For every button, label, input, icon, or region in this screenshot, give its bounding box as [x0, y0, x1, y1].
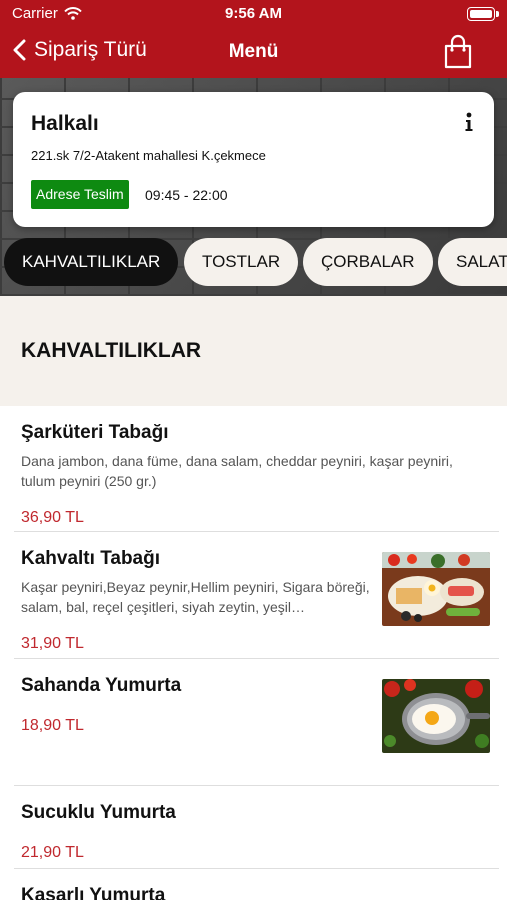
item-name: Şarküteri Tabağı — [21, 422, 169, 443]
status-bar: Carrier 9:56 AM — [0, 0, 507, 28]
restaurant-name: Halkalı — [31, 112, 99, 135]
menu-item[interactable]: Kaşarlı Yumurta — [0, 869, 507, 900]
menu-item[interactable]: Şarküteri Tabağı Dana jambon, dana füme,… — [0, 406, 507, 532]
item-description: Dana jambon, dana füme, dana salam, ched… — [21, 453, 453, 489]
menu-item[interactable]: Sucuklu Yumurta 21,90 TL — [0, 786, 507, 868]
tab-tostlar[interactable]: TOSTLAR — [184, 238, 299, 286]
item-name: Kahvaltı Tabağı — [21, 548, 161, 569]
cart-button[interactable] — [443, 34, 473, 75]
section-title: KAHVALTILIKLAR — [21, 339, 202, 362]
item-price: 36,90 TL — [21, 509, 84, 526]
status-time: 9:56 AM — [225, 5, 282, 22]
section-header: KAHVALTILIKLAR — [0, 296, 507, 406]
restaurant-card: Halkalı 221.sk 7/2-Atakent mahallesi K.ç… — [13, 92, 494, 227]
menu-item[interactable]: Sahanda Yumurta 18,90 TL — [0, 659, 507, 785]
item-name: Sucuklu Yumurta — [21, 802, 176, 823]
restaurant-address: 221.sk 7/2-Atakent mahallesi K.çekmece — [31, 148, 266, 163]
tab-kahvaltiliklar[interactable]: KAHVALTILIKLAR — [4, 238, 179, 286]
tab-salatalar[interactable]: SALATALAR — [438, 238, 507, 286]
app-header: Carrier 9:56 AM Sipariş Türü Menü — [0, 0, 507, 78]
tab-corbalar[interactable]: ÇORBALAR — [303, 238, 433, 286]
item-photo — [382, 552, 490, 626]
battery-icon — [467, 7, 499, 21]
delivery-badge: Adrese Teslim — [31, 180, 129, 209]
item-name: Sahanda Yumurta — [21, 675, 182, 696]
nav-bar: Sipariş Türü Menü — [0, 28, 507, 78]
info-button[interactable] — [464, 112, 474, 137]
item-price: 31,90 TL — [21, 635, 84, 652]
page-title: Menü — [228, 41, 279, 62]
menu-item[interactable]: Kahvaltı Tabağı Kaşar peyniri,Beyaz peyn… — [0, 532, 507, 658]
opening-hours: 09:45 - 22:00 — [145, 187, 228, 203]
fried-egg-pan-image — [382, 679, 490, 753]
item-photo — [382, 679, 490, 753]
item-name: Kaşarlı Yumurta — [21, 885, 166, 900]
category-tabs: KAHVALTILIKLAR TOSTLAR ÇORBALAR SALATALA… — [0, 238, 507, 286]
item-price: 21,90 TL — [21, 844, 84, 861]
info-icon — [465, 112, 473, 131]
breakfast-plate-image — [382, 552, 490, 626]
item-description: Kaşar peyniri,Beyaz peynir,Hellim peynir… — [21, 579, 370, 615]
shopping-bag-icon — [444, 34, 472, 69]
item-price: 18,90 TL — [21, 717, 84, 734]
